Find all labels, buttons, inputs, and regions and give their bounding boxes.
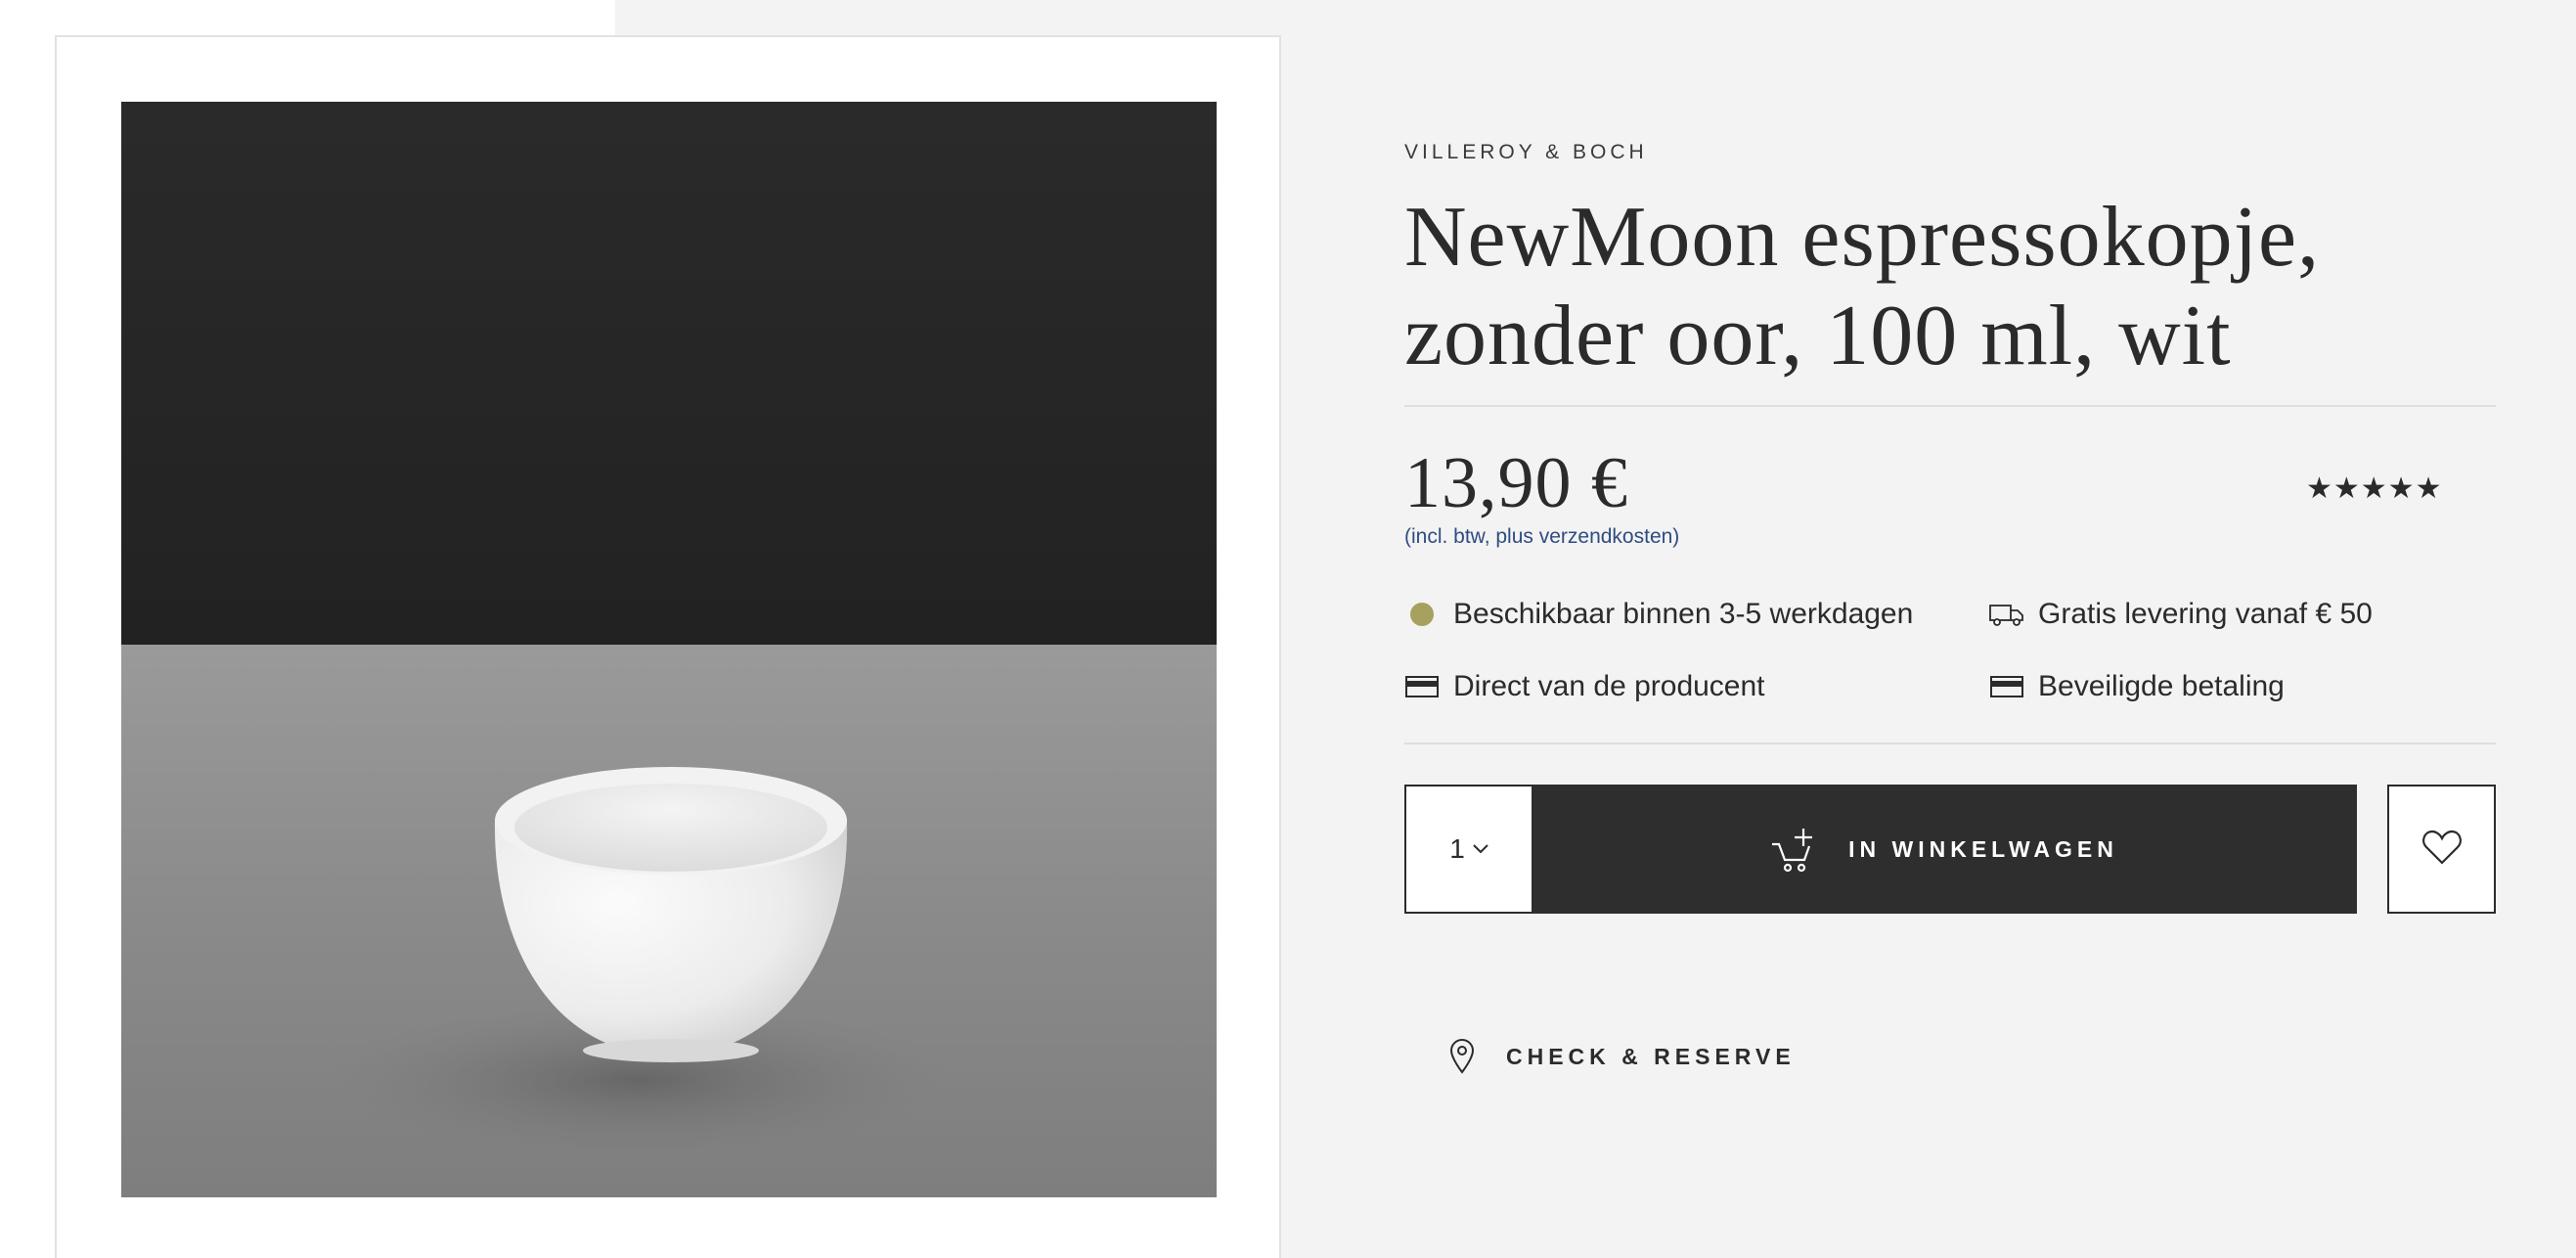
availability-info: Beschikbaar binnen 3-5 werkdagen: [1404, 598, 1913, 631]
brand-name[interactable]: VILLEROY & BOCH: [1404, 141, 1648, 164]
credit-card-icon: [1989, 675, 2024, 698]
availability-dot-icon: [1404, 603, 1440, 626]
check-reserve-link[interactable]: CHECK & RESERVE: [1449, 1039, 1796, 1074]
availability-text: Beschikbaar binnen 3-5 werkdagen: [1453, 598, 1914, 630]
wishlist-button[interactable]: [2387, 785, 2496, 914]
product-price: 13,90 €: [1404, 443, 1628, 523]
truck-icon: [1989, 601, 2024, 628]
credit-card-icon: [1404, 675, 1440, 698]
secure-text: Beveiligde betaling: [2038, 670, 2285, 702]
shipping-info: Gratis levering vanaf € 50: [1989, 598, 2373, 631]
product-title: NewMoon espressokopje, zonder oor, 100 m…: [1404, 188, 2461, 385]
chevron-down-icon: [1473, 844, 1488, 854]
quantity-select[interactable]: 1: [1404, 785, 1533, 914]
add-to-cart-label: IN WINKELWAGEN: [1848, 835, 2118, 862]
espresso-cup-photo: [121, 102, 1217, 1197]
direct-info: Direct van de producent: [1404, 670, 1765, 703]
heart-icon: [2421, 829, 2463, 871]
product-info-panel: VILLEROY & BOCH NewMoon espressokopje, z…: [1404, 0, 2496, 1258]
product-image-card: [55, 35, 1281, 1258]
cart-plus-icon: [1770, 825, 1819, 874]
divider: [1404, 405, 2496, 407]
direct-text: Direct van de producent: [1453, 670, 1765, 702]
add-to-cart-button[interactable]: IN WINKELWAGEN: [1532, 785, 2357, 914]
shipping-text: Gratis levering vanaf € 50: [2038, 598, 2373, 630]
divider: [1404, 742, 2496, 744]
product-title-line2: zonder oor, 100 ml, wit: [1404, 289, 2232, 383]
quantity-value: 1: [1449, 833, 1465, 864]
product-title-line1: NewMoon espressokopje,: [1404, 190, 2321, 285]
check-reserve-label: CHECK & RESERVE: [1506, 1043, 1796, 1069]
secure-info: Beveiligde betaling: [1989, 670, 2285, 703]
vat-note-link[interactable]: (incl. btw, plus verzendkosten): [1404, 525, 1679, 549]
rating-stars[interactable]: ★★★★★: [2306, 472, 2442, 506]
product-image[interactable]: [121, 102, 1217, 1197]
location-pin-icon: [1449, 1039, 1475, 1074]
